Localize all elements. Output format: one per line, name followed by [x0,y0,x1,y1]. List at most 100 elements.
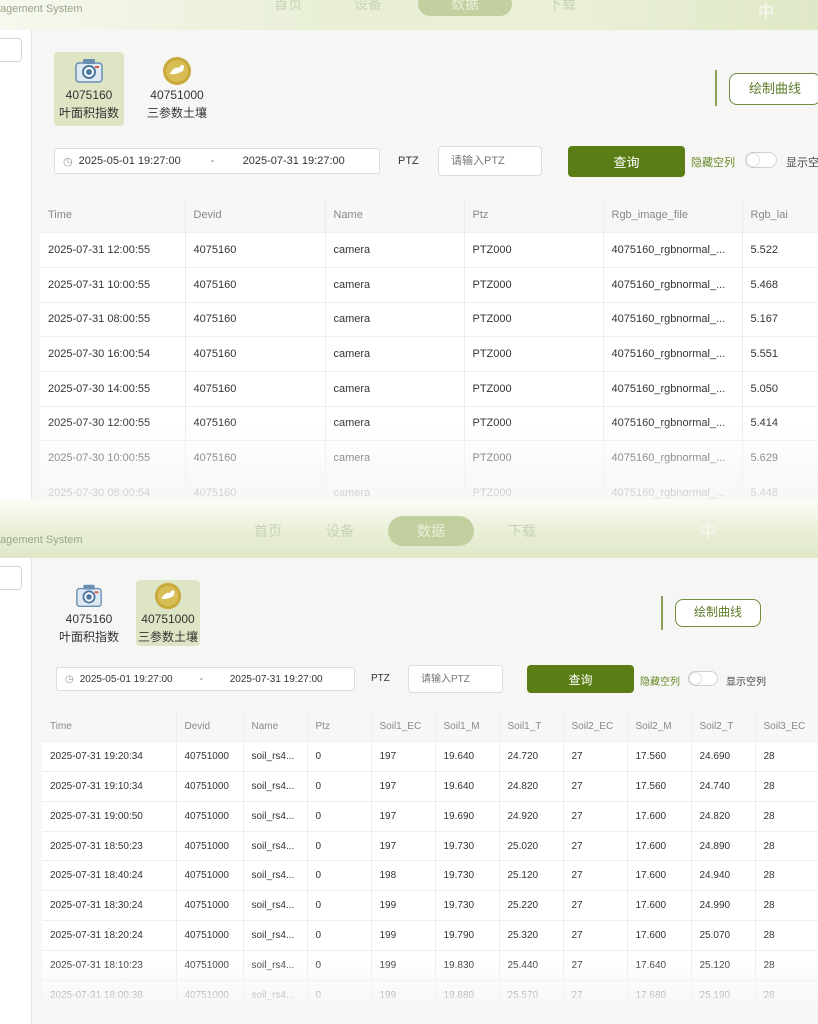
ptz-input[interactable] [438,146,542,176]
nav-download[interactable]: 下载 [522,0,602,14]
table-row[interactable]: 2025-07-31 19:10:34 40751000 soil_rs4... 0 1… [42,771,818,802]
nav-data[interactable]: 数据 [418,0,512,16]
device-card-soil[interactable]: 40751000 三参数土壤 [136,580,200,646]
column-header[interactable]: Time [42,712,177,742]
device-card-soil[interactable]: 40751000 三参数土壤 [142,52,212,126]
date-range-picker[interactable]: ◷ 2025-05-01 19:27:00 - 2025-07-31 19:27… [56,667,355,691]
table-row[interactable]: 2025-07-31 10:00:55 4075160 camera PTZ000 40… [40,266,818,303]
table-cell: 4075160 [185,301,326,337]
column-header[interactable]: Devid [185,198,326,233]
query-button[interactable]: 查询 [568,146,685,177]
table-cell: 17.600 [627,830,692,861]
table-row[interactable]: 2025-07-30 08:00:54 4075160 camera PTZ000 40… [40,475,818,500]
column-header[interactable]: Soil3_EC [755,712,818,742]
language-toggle-icon[interactable]: 中 [700,518,716,542]
table-cell: 28 [755,830,818,861]
table-cell: 27 [563,741,628,772]
column-header[interactable]: Soil2_T [691,712,756,742]
table-row[interactable]: 2025-07-30 12:00:55 4075160 camera PTZ000 40… [40,405,818,441]
table-cell: 40751000 [176,830,244,861]
table-row[interactable]: 2025-07-30 10:00:55 4075160 camera PTZ000 40… [40,440,818,476]
table-cell: 25.020 [499,830,564,861]
column-header[interactable]: Time [40,198,186,233]
table-cell: 24.940 [691,860,756,891]
table-cell: 28 [755,860,818,891]
table-cell: 197 [371,741,436,772]
table-cell: 197 [371,830,436,861]
nav-download[interactable]: 下载 [486,521,558,541]
table-cell: PTZ000 [464,301,604,337]
column-header[interactable]: Soil2_EC [563,712,628,742]
table-row[interactable]: 2025-07-31 18:20:24 40751000 soil_rs4... 0 1… [42,920,818,951]
table-cell: 2025-07-31 19:20:34 [42,741,177,772]
language-toggle-icon[interactable]: 中 [758,0,774,22]
table-row[interactable]: 2025-07-31 18:30:24 40751000 soil_rs4... 0 1… [42,890,818,921]
column-header[interactable]: Ptz [464,198,604,233]
table-cell: 24.890 [691,830,756,861]
empty-columns-toggle[interactable] [688,671,718,686]
empty-columns-toggle[interactable] [745,152,777,168]
content-area: 4075160 叶面积指数 40751000 三参数土壤 绘制曲线 ◷ 2025… [32,30,818,500]
nav-data[interactable]: 数据 [388,516,474,546]
camera-icon [75,59,103,83]
column-header[interactable]: Soil2_M [627,712,692,742]
table-cell: 2025-07-31 18:30:24 [42,890,177,921]
query-button[interactable]: 查询 [527,665,634,693]
table-cell: 2025-07-31 18:10:23 [42,949,177,981]
table-row[interactable]: 2025-07-31 18:00:38 40751000 soil_rs4... 0 1… [42,979,818,1010]
soil-sensor-icon [154,582,182,610]
table-cell: 4075160_rgbnormal_... [603,232,743,268]
table-row[interactable]: 2025-07-30 16:00:54 4075160 camera PTZ000 40… [40,336,818,372]
table-row[interactable]: 2025-07-31 18:50:23 40751000 soil_rs4... 0 1… [42,830,818,861]
nav-home[interactable]: 首页 [248,0,328,14]
draw-curve-button[interactable]: 绘制曲线 [729,73,818,105]
column-header[interactable]: Soil1_T [499,712,564,742]
table-cell: 198 [371,860,436,891]
nav-home[interactable]: 首页 [232,521,304,541]
table-cell: 2025-07-31 18:40:24 [42,860,177,891]
date-range-picker[interactable]: ◷ 2025-05-01 19:27:00 - 2025-07-31 19:27… [54,148,380,174]
table-cell: 28 [755,890,818,921]
table-cell: 40751000 [176,771,244,802]
table-cell: 199 [371,949,436,981]
table-cell: 0 [307,741,372,772]
ptz-input[interactable] [408,665,503,693]
column-header[interactable]: Devid [176,712,244,742]
column-header[interactable]: Name [243,712,308,742]
table-row[interactable]: 2025-07-31 18:10:23 40751000 soil_rs4... 0 1… [42,949,818,981]
table-row[interactable]: 2025-07-30 14:00:55 4075160 camera PTZ000 40… [40,370,818,407]
sidebar-collapse-button[interactable] [0,566,22,590]
sidebar-collapse-button[interactable] [0,38,22,62]
table-cell: 2025-07-30 12:00:55 [40,405,186,441]
column-header[interactable]: Soil1_EC [371,712,436,742]
table-cell: camera [325,405,465,441]
table-cell: PTZ000 [464,405,604,441]
nav-devices[interactable]: 设备 [304,521,376,541]
device-card-lai[interactable]: 4075160 叶面积指数 [54,580,124,646]
table-cell: 2025-07-30 08:00:54 [40,475,186,500]
table-row[interactable]: 2025-07-31 18:40:24 40751000 soil_rs4... 0 1… [42,860,818,891]
table-cell: soil_rs4... [243,890,308,921]
device-id: 4075160 [65,88,113,102]
table-cell: camera [325,475,465,500]
device-card-lai[interactable]: 4075160 叶面积指数 [54,52,124,126]
table-row[interactable]: 2025-07-31 08:00:55 4075160 camera PTZ000 40… [40,301,818,337]
nav-devices[interactable]: 设备 [328,0,408,14]
column-header[interactable]: Soil1_M [435,712,500,742]
table-cell: soil_rs4... [243,920,308,951]
draw-curve-button[interactable]: 绘制曲线 [675,599,761,627]
table-cell: 28 [755,771,818,802]
column-header[interactable]: Rgb_image_file [603,198,743,233]
table-cell: 19.640 [435,741,500,772]
table-row[interactable]: 2025-07-31 12:00:55 4075160 camera PTZ000 40… [40,232,818,268]
table-cell: 17.600 [627,860,692,891]
column-header[interactable]: Name [325,198,465,233]
table-cell: 24.690 [691,741,756,772]
table-row[interactable]: 2025-07-31 19:00:50 40751000 soil_rs4... 0 1… [42,800,818,832]
table-row[interactable]: 2025-07-31 19:20:34 40751000 soil_rs4... 0 1… [42,741,818,772]
table-cell: 27 [563,830,628,861]
column-header[interactable]: Rgb_lai [742,198,818,233]
column-header[interactable]: Ptz [307,712,372,742]
table-cell: 24.820 [499,771,564,802]
table-cell: 0 [307,949,372,981]
